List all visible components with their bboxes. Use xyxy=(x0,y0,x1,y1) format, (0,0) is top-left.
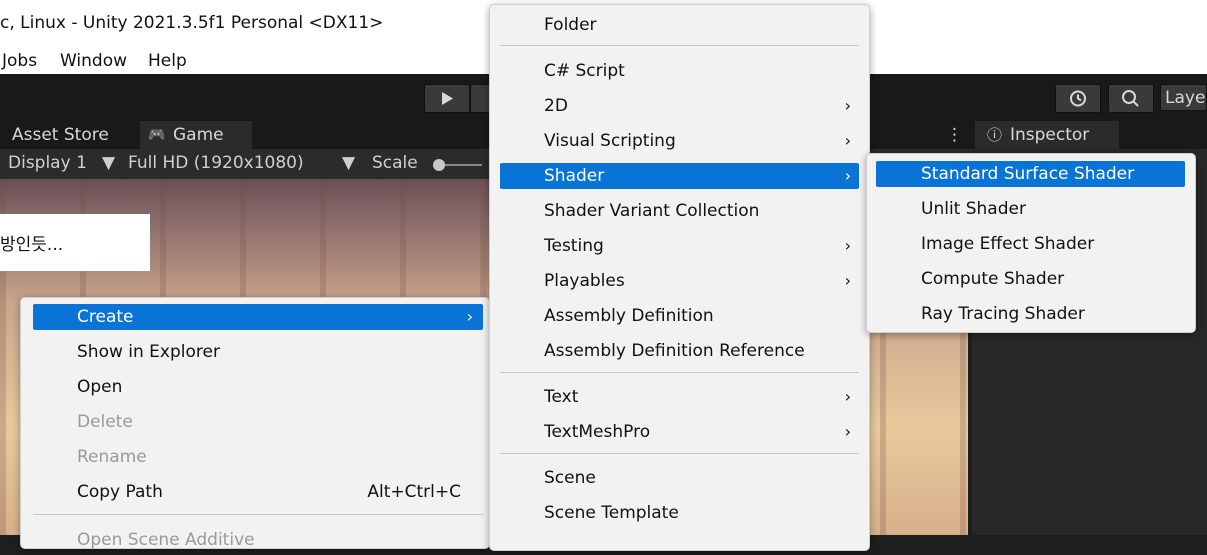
play-icon xyxy=(442,92,453,105)
menu-item-unlit-shader[interactable]: Unlit Shader xyxy=(867,194,1195,224)
info-icon: ⓘ xyxy=(987,126,1003,144)
menu-item-label: Scene xyxy=(544,468,596,488)
chevron-right-icon: › xyxy=(844,166,851,185)
menu-separator xyxy=(500,45,859,46)
chevron-right-icon: › xyxy=(844,422,851,441)
tab-label: Game xyxy=(173,125,224,145)
play-button[interactable] xyxy=(424,84,470,113)
menu-item-image-effect-shader[interactable]: Image Effect Shader xyxy=(867,229,1195,259)
menu-item-testing[interactable]: Testing › xyxy=(490,231,869,261)
kebab-menu-icon: ⋮ xyxy=(946,125,963,145)
menu-item-ray-tracing-shader[interactable]: Ray Tracing Shader xyxy=(867,299,1195,329)
chevron-down-icon: ▼ xyxy=(342,153,356,173)
menu-item-scene[interactable]: Scene xyxy=(490,463,869,493)
menu-item-folder[interactable]: Folder xyxy=(490,10,869,40)
chevron-right-icon: › xyxy=(844,96,851,115)
tab-label: Asset Store xyxy=(12,125,109,145)
menu-item-label: Visual Scripting xyxy=(544,131,676,151)
menu-item-label: Ray Tracing Shader xyxy=(921,304,1085,324)
menu-item-delete[interactable]: Delete xyxy=(21,407,489,437)
menu-item-label: Shader Variant Collection xyxy=(544,201,760,221)
menu-item-label: Folder xyxy=(544,15,597,35)
search-button[interactable] xyxy=(1108,84,1154,113)
menu-item-label: Show in Explorer xyxy=(77,342,220,362)
menu-item-compute-shader[interactable]: Compute Shader xyxy=(867,264,1195,294)
scale-label: Scale xyxy=(372,153,418,173)
menu-item-textmeshpro[interactable]: TextMeshPro › xyxy=(490,417,869,447)
chevron-right-icon: › xyxy=(844,236,851,255)
menu-item-assembly-definition-reference[interactable]: Assembly Definition Reference xyxy=(490,336,869,366)
menu-item-label: Standard Surface Shader xyxy=(921,164,1135,184)
context-menu: Create › Show in Explorer Open Delete Re… xyxy=(20,297,490,550)
menu-help[interactable]: Help xyxy=(148,51,187,71)
menu-jobs[interactable]: Jobs xyxy=(2,51,37,71)
chevron-right-icon: › xyxy=(844,131,851,150)
menu-item-label: Open Scene Additive xyxy=(77,530,255,550)
chevron-right-icon: › xyxy=(844,271,851,290)
tab-asset-store[interactable]: Asset Store xyxy=(0,121,138,149)
menu-window[interactable]: Window xyxy=(60,51,127,71)
slider-track-icon xyxy=(433,159,482,171)
menu-item-label: 2D xyxy=(544,96,568,116)
menu-item-label: Assembly Definition Reference xyxy=(544,341,805,361)
resolution-dropdown[interactable]: Full HD (1920x1080) xyxy=(128,153,304,173)
search-icon xyxy=(1122,90,1139,107)
scale-slider[interactable] xyxy=(432,157,486,178)
menu-item-visual-scripting[interactable]: Visual Scripting › xyxy=(490,126,869,156)
menu-item-copy-path[interactable]: Copy Path Alt+Ctrl+C xyxy=(21,477,489,507)
menu-item-label: Unlit Shader xyxy=(921,199,1026,219)
speech-text: 방인듯... xyxy=(0,235,64,255)
menu-item-text[interactable]: Text › xyxy=(490,382,869,412)
menu-item-label: Delete xyxy=(77,412,133,432)
menu-item-playables[interactable]: Playables › xyxy=(490,266,869,296)
menu-item-open[interactable]: Open xyxy=(21,372,489,402)
menu-item-label: C# Script xyxy=(544,61,625,81)
tab-options-button[interactable]: ⋮ xyxy=(940,121,968,149)
create-submenu: Folder C# Script 2D › Visual Scripting ›… xyxy=(489,4,870,551)
menu-item-label: Copy Path xyxy=(77,482,163,502)
history-button[interactable] xyxy=(1055,84,1101,113)
menu-item-open-scene-additive[interactable]: Open Scene Additive xyxy=(21,525,489,555)
menu-item-label: Testing xyxy=(544,236,604,256)
chevron-right-icon: › xyxy=(466,307,473,326)
menu-item-label: Open xyxy=(77,377,123,397)
menu-item-label: Playables xyxy=(544,271,625,291)
menu-item-show-in-explorer[interactable]: Show in Explorer xyxy=(21,337,489,367)
menu-item-2d[interactable]: 2D › xyxy=(490,91,869,121)
menu-separator xyxy=(500,372,859,373)
gamepad-icon: 🎮 xyxy=(148,127,166,143)
menu-separator xyxy=(33,514,483,515)
tab-label: Inspector xyxy=(1010,125,1090,145)
layers-dropdown[interactable]: Layer xyxy=(1160,84,1207,111)
tab-inspector[interactable]: ⓘ Inspector xyxy=(975,121,1119,149)
menu-item-label: Create xyxy=(77,307,134,327)
menu-item-standard-surface-shader[interactable]: Standard Surface Shader xyxy=(867,159,1195,189)
menu-item-label: Image Effect Shader xyxy=(921,234,1095,254)
menu-item-csharp-script[interactable]: C# Script xyxy=(490,56,869,86)
menu-item-label: Shader xyxy=(544,166,605,186)
menu-item-shortcut: Alt+Ctrl+C xyxy=(367,482,461,502)
speech-bubble: 방인듯... xyxy=(0,214,150,271)
menu-item-label: TextMeshPro xyxy=(544,422,651,442)
menu-item-label: Assembly Definition xyxy=(544,306,714,326)
chevron-right-icon: › xyxy=(844,387,851,406)
shader-submenu: Standard Surface Shader Unlit Shader Ima… xyxy=(866,153,1196,333)
menu-item-assembly-definition[interactable]: Assembly Definition xyxy=(490,301,869,331)
menu-item-label: Text xyxy=(544,387,579,407)
menu-item-label: Rename xyxy=(77,447,147,467)
menu-item-rename[interactable]: Rename xyxy=(21,442,489,472)
menu-item-label: Compute Shader xyxy=(921,269,1065,289)
menu-separator xyxy=(500,453,859,454)
window-title: c, Linux - Unity 2021.3.5f1 Personal <DX… xyxy=(0,13,384,33)
history-icon xyxy=(1070,90,1086,107)
menu-item-shader-variant-collection[interactable]: Shader Variant Collection xyxy=(490,196,869,226)
menu-item-create[interactable]: Create › xyxy=(21,302,489,332)
menu-item-shader[interactable]: Shader › xyxy=(490,161,869,191)
display-dropdown[interactable]: Display 1 xyxy=(8,153,87,173)
chevron-down-icon: ▼ xyxy=(102,153,116,173)
menu-item-label: Scene Template xyxy=(544,503,679,523)
tab-game[interactable]: 🎮 Game xyxy=(140,121,252,149)
menu-item-scene-template[interactable]: Scene Template xyxy=(490,498,869,528)
